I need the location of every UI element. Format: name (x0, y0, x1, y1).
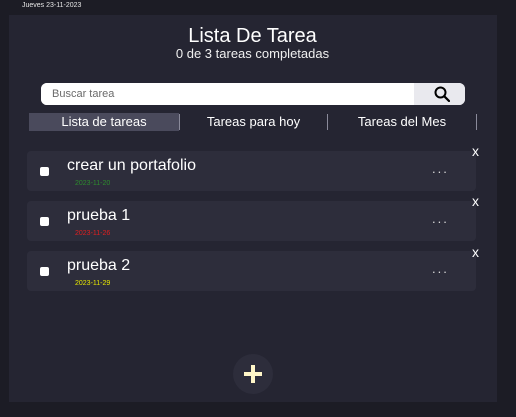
task-options-button[interactable]: ... (432, 161, 449, 176)
plus-icon (244, 365, 262, 383)
search-button[interactable] (414, 83, 465, 105)
task-date: 2023-11-20 (75, 180, 111, 187)
tab-bar: Lista de tareas Tareas para hoy Tareas d… (29, 113, 478, 131)
add-task-button[interactable] (233, 354, 273, 394)
tab-divider (476, 114, 477, 130)
task-name: crear un portafolio (67, 157, 196, 174)
task-date: 2023-11-29 (75, 280, 111, 287)
current-date: Jueves 23-11-2023 (22, 2, 82, 9)
task-item: prueba 2 2023-11-29 ... (27, 251, 476, 291)
task-name: prueba 2 (67, 257, 131, 274)
task-name: prueba 1 (67, 207, 131, 224)
completion-summary: 0 de 3 tareas completadas (175, 46, 330, 61)
task-item: crear un portafolio 2023-11-20 ... (27, 151, 476, 191)
tab-tareas-para-hoy[interactable]: Tareas para hoy (180, 113, 327, 131)
task-item: prueba 1 2023-11-26 ... (27, 201, 476, 241)
search-bar (41, 83, 465, 105)
search-icon (434, 86, 450, 102)
delete-task-button[interactable]: x (472, 244, 479, 260)
task-checkbox[interactable] (40, 217, 49, 226)
page-title: Lista De Tarea (188, 25, 317, 47)
delete-task-button[interactable]: x (472, 193, 479, 209)
task-options-button[interactable]: ... (432, 211, 449, 226)
task-date: 2023-11-26 (75, 230, 111, 237)
delete-task-button[interactable]: x (472, 143, 479, 159)
task-options-button[interactable]: ... (432, 261, 449, 276)
tab-tareas-del-mes[interactable]: Tareas del Mes (328, 113, 476, 131)
search-input[interactable] (41, 83, 414, 105)
task-checkbox[interactable] (40, 267, 49, 276)
task-checkbox[interactable] (40, 167, 49, 176)
tab-lista-de-tareas[interactable]: Lista de tareas (29, 113, 179, 131)
